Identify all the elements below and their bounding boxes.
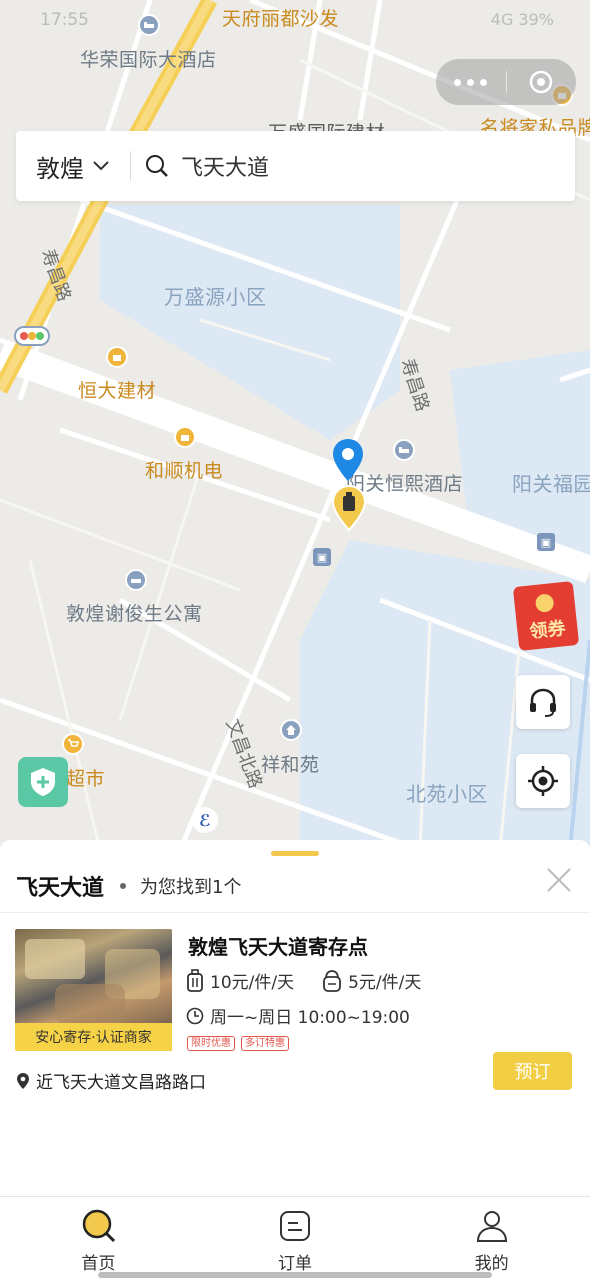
tab-orders[interactable]: 订单: [197, 1197, 394, 1280]
poi-wanshengyuan[interactable]: 万盛源小区: [164, 281, 267, 310]
luggage-icon: [186, 968, 204, 993]
price-row: 10元/件/天 5元/件/天: [186, 968, 421, 993]
cart-icon[interactable]: [62, 733, 84, 755]
drag-handle[interactable]: [271, 851, 319, 856]
poi-hengda[interactable]: 恒大建材: [78, 376, 156, 403]
poi-xie-apartment[interactable]: 敦煌谢俊生公寓: [66, 599, 203, 626]
shop-icon[interactable]: [174, 426, 196, 448]
price-bag: 5元/件/天: [348, 973, 422, 993]
tab-bar: 首页 订单 我的: [0, 1196, 590, 1280]
hotel-icon[interactable]: [138, 14, 160, 36]
hours-row: 周一~周日 10:00~19:00: [186, 1003, 410, 1028]
safety-shield-button[interactable]: [18, 757, 68, 807]
shop-name[interactable]: 敦煌飞天大道寄存点: [188, 931, 368, 960]
book-button[interactable]: 预订: [493, 1052, 572, 1090]
tab-orders-label: 订单: [278, 1254, 312, 1274]
poi-heshun[interactable]: 和顺机电: [145, 456, 223, 483]
headset-icon: [530, 688, 556, 717]
panel-title: 飞天大道: [16, 876, 105, 901]
shield-plus-icon: [31, 768, 55, 796]
locate-me-button[interactable]: [516, 754, 570, 808]
poi-yangguan-fuyuan[interactable]: 阳关福园: [512, 468, 590, 497]
search-query: 飞天大道: [181, 156, 270, 181]
opening-hours: 周一~周日 10:00~19:00: [210, 1008, 410, 1028]
map-view[interactable]: 17:55 4G 39% 天府丽都沙发 华荣国际大酒店 万盛国际建材 名将家私品…: [0, 0, 590, 850]
user-icon: [475, 1209, 509, 1243]
city-selector[interactable]: 敦煌: [16, 149, 130, 184]
panel-header: 飞天大道 为您找到1个: [16, 870, 241, 902]
promo-tag: 限时优惠: [187, 1036, 235, 1051]
residence-icon[interactable]: [280, 719, 302, 741]
certified-banner: 安心寄存·认证商家: [15, 1023, 172, 1051]
promo-tags: 限时优惠 多订特惠: [187, 1036, 289, 1051]
bus-stop-icon[interactable]: ▣: [537, 533, 555, 551]
poi-huarong[interactable]: 华荣国际大酒店: [80, 45, 217, 72]
result-count: 为您找到1个: [140, 877, 242, 898]
bag-icon: [322, 969, 342, 993]
hotel-icon[interactable]: [393, 439, 415, 461]
poi-supermarket[interactable]: 超市: [66, 764, 105, 791]
bus-stop-icon[interactable]: ▣: [313, 548, 331, 566]
tab-mine[interactable]: 我的: [393, 1197, 590, 1280]
search-bar: 敦煌 飞天大道: [16, 131, 575, 201]
poi-xiangheyuan[interactable]: 祥和苑: [261, 750, 320, 777]
close-icon[interactable]: [545, 866, 573, 894]
city-name: 敦煌: [36, 154, 84, 183]
storage-marker-icon[interactable]: [331, 484, 367, 532]
chevron-down-icon: [93, 161, 109, 171]
tab-mine-label: 我的: [474, 1254, 509, 1274]
price-luggage: 10元/件/天: [210, 973, 295, 993]
target-circle-icon[interactable]: [507, 70, 577, 94]
tab-home-label: 首页: [81, 1254, 116, 1274]
search-tab-icon: [81, 1209, 116, 1243]
traffic-light-icon: [14, 326, 50, 346]
order-icon: [278, 1209, 312, 1243]
poi-beiyuan[interactable]: 北苑小区: [406, 778, 488, 807]
crosshair-icon: [528, 766, 558, 796]
more-dots-icon[interactable]: [436, 78, 506, 86]
result-panel: 飞天大道 为您找到1个 安心寄存·认证商家 敦煌飞天大道寄存点 10元/件/天 …: [0, 840, 590, 1198]
status-time: 17:55: [40, 10, 89, 30]
tab-home[interactable]: 首页: [0, 1197, 197, 1280]
search-input[interactable]: 飞天大道: [131, 150, 269, 182]
mini-program-capsule: [436, 59, 576, 105]
telecom-logo-icon: ℰ: [192, 807, 218, 833]
location-pin-icon[interactable]: [331, 437, 365, 483]
customer-service-button[interactable]: [516, 675, 570, 729]
promo-tag: 多订特惠: [241, 1036, 289, 1051]
coupon-button[interactable]: 领券: [512, 581, 580, 651]
shop-photo[interactable]: 安心寄存·认证商家: [15, 929, 172, 1051]
shop-icon[interactable]: [106, 346, 128, 368]
location-marker-icon: [17, 1072, 29, 1089]
apartment-icon[interactable]: [125, 569, 147, 591]
coin-icon: [534, 593, 555, 613]
status-indicators: 4G 39%: [490, 10, 554, 29]
coupon-label: 领券: [528, 618, 567, 643]
clock-icon: [186, 1007, 204, 1025]
poi-tianfu[interactable]: 天府丽都沙发: [222, 4, 339, 31]
shop-address: 近飞天大道文昌路路口: [36, 1073, 206, 1093]
home-indicator: [98, 1272, 492, 1278]
search-icon: [146, 155, 168, 177]
address-row: 近飞天大道文昌路路口: [16, 1068, 206, 1093]
